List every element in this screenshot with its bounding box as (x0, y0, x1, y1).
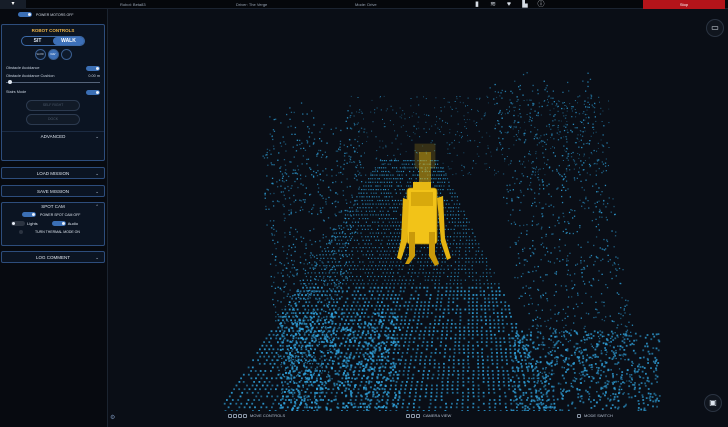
robot-ghost (414, 143, 436, 182)
mode-label: Mode: Drive (355, 2, 377, 7)
thermal-indicator (19, 229, 23, 234)
spot-cam-lights-audio-row: Lights Audio (11, 218, 104, 228)
spot-cam-header[interactable]: SPOT CAM ⌃ (2, 203, 104, 211)
keyboard-keys-icon (406, 413, 420, 418)
picture-in-picture-button[interactable]: ▣ (704, 394, 722, 412)
chevron-down-icon: ⌄ (95, 171, 99, 176)
obstacle-avoidance-row: Obstacle Avoidance (6, 64, 100, 72)
camera-view-hint: CAMERA VIEW (406, 413, 451, 418)
cushion-slider[interactable] (6, 80, 100, 84)
slider-knob[interactable] (8, 80, 12, 84)
self-right-button[interactable]: SELF RIGHT (26, 100, 80, 111)
slider-track (6, 82, 100, 83)
stairs-mode-toggle[interactable] (86, 89, 100, 95)
shield-heart-icon[interactable]: ♥ (504, 0, 514, 9)
battery-icon[interactable]: ▮ (472, 0, 482, 9)
power-motors-label: POWER MOTORS OFF (36, 12, 74, 17)
audio-toggle[interactable] (51, 220, 66, 226)
camera-view-label: CAMERA VIEW (423, 413, 452, 418)
advanced-label: ADVANCED (40, 134, 66, 139)
sit-walk-switch: SIT WALK (21, 36, 85, 46)
spot-cam-power-row: POWER SPOT CAM OFF (22, 211, 104, 218)
load-mission-label: LOAD MISSION (36, 171, 70, 176)
walk-button[interactable]: WALK (53, 37, 84, 45)
robot-leg-front-left (397, 198, 409, 260)
chevron-down-icon: ⌄ (95, 134, 99, 139)
log-comment-button[interactable]: LOG COMMENT ⌄ (1, 251, 105, 263)
thermal-mode-button[interactable]: TURN THERMAL MODE ON (35, 230, 80, 234)
speed-nav-button[interactable]: NAV (47, 49, 59, 60)
move-controls-label: MOVE CONTROLS (250, 413, 286, 418)
advanced-toggle[interactable]: ADVANCED ⌄ (2, 131, 104, 141)
save-mission-button[interactable]: SAVE MISSION ⌄ (1, 185, 105, 197)
move-controls-hint: MOVE CONTROLS (228, 413, 285, 418)
obstacle-avoidance-label: Obstacle Avoidance (6, 66, 40, 70)
stairs-mode-row: Stairs Mode (6, 88, 100, 96)
dock-button[interactable]: DOCK (26, 114, 80, 125)
obstacle-avoidance-toggle[interactable] (86, 65, 100, 71)
bottom-bar: MOVE CONTROLS CAMERA VIEW MODE SWITCH (110, 411, 728, 421)
info-icon[interactable]: ⓘ (536, 0, 546, 9)
sit-button[interactable]: SIT (22, 37, 53, 45)
caret-down-icon: ▾ (11, 1, 15, 7)
robot-body-top (411, 192, 433, 206)
driver-name: Driver: The Verge (236, 2, 268, 7)
chevron-up-icon: ⌃ (95, 204, 99, 209)
window-icon: ▭ (711, 23, 719, 32)
mode-switch-hint[interactable]: MODE SWITCH (577, 413, 613, 418)
robot-leg-rear-right (429, 232, 439, 266)
top-bar: ▾ Robot: Beta83 Driver: The Verge Mode: … (0, 0, 728, 9)
spot-cam-power-toggle[interactable] (22, 212, 36, 217)
power-motors-row: POWER MOTORS OFF (18, 12, 73, 17)
menu-button[interactable]: ▾ (0, 0, 26, 9)
spot-cam-power-label: POWER SPOT CAM OFF (40, 212, 81, 217)
speed-slow-button[interactable]: SLOW (34, 49, 46, 60)
spot-cam-panel: SPOT CAM ⌃ POWER SPOT CAM OFF Lights Aud… (1, 202, 105, 246)
power-motors-toggle[interactable] (18, 12, 32, 17)
save-mission-label: SAVE MISSION (37, 189, 69, 194)
chevron-down-icon: ⌄ (95, 255, 99, 260)
lights-label: Lights (27, 220, 38, 226)
keyboard-key-icon (577, 413, 581, 418)
point-cloud-canvas[interactable] (109, 10, 728, 411)
load-mission-button[interactable]: LOAD MISSION ⌄ (1, 167, 105, 179)
speed-fast-button[interactable] (60, 49, 72, 60)
fullscreen-button[interactable]: ▭ (706, 19, 724, 37)
robot-leg-front-right (437, 196, 451, 260)
cushion-value: 0.00 m (88, 74, 100, 78)
keyboard-keys-icon (228, 413, 247, 418)
spot-cam-title: SPOT CAM (41, 204, 65, 209)
boot-icon[interactable]: ▙ (520, 0, 530, 9)
robot-name: Robot: Beta83 (120, 2, 146, 7)
speed-selector: SLOW NAV (2, 49, 104, 60)
sidebar: POWER MOTORS OFF ROBOT CONTROLS SIT WALK… (0, 9, 108, 427)
screen-icon: ▣ (709, 398, 717, 407)
stairs-mode-label: Stairs Mode (6, 90, 27, 94)
audio-label: Audio (67, 220, 78, 226)
robot-controls-panel: ROBOT CONTROLS SIT WALK SLOW NAV Obstacl… (1, 24, 105, 161)
lights-toggle[interactable] (11, 220, 25, 226)
cushion-label: Obstacle Avoidance Cushion (6, 74, 55, 78)
cushion-row: Obstacle Avoidance Cushion 0.00 m (6, 72, 100, 80)
robot-head (413, 182, 431, 190)
robot-controls-title: ROBOT CONTROLS (31, 28, 75, 33)
thermal-row: TURN THERMAL MODE ON (19, 228, 104, 235)
log-comment-label: LOG COMMENT (35, 255, 70, 260)
stop-button[interactable]: Stop (643, 0, 725, 9)
chevron-down-icon: ⌄ (95, 189, 99, 194)
mode-switch-label: MODE SWITCH (584, 413, 613, 418)
wifi-icon[interactable]: ≋ (488, 0, 498, 9)
point-cloud-view[interactable]: ▭ ▣ (109, 10, 728, 427)
